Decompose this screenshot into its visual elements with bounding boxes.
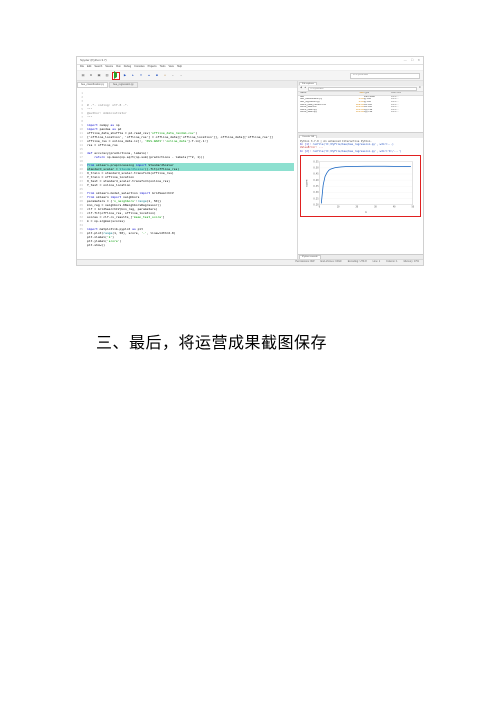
console-body[interactable]: Python 3.7.0 | An enhanced Interactive P… xyxy=(298,138,423,254)
svg-text:0.25: 0.25 xyxy=(313,197,319,200)
open-file-icon[interactable]: ⧉ xyxy=(88,73,94,79)
svg-text:40: 40 xyxy=(393,205,396,208)
save-all-icon[interactable]: ▥ xyxy=(104,73,110,79)
min-icon[interactable]: — xyxy=(404,59,407,62)
up-icon[interactable]: ▲ xyxy=(304,87,306,90)
step-out-icon[interactable]: ▴ xyxy=(146,73,152,79)
menu-consoles[interactable]: Consoles xyxy=(134,66,144,69)
titlebar: Spyder (Python 3.7) — ☐ ✕ xyxy=(77,57,423,65)
console-line: In [2]: runfile('D:/PyFile/bee/bee_regre… xyxy=(300,150,421,153)
debug-icon[interactable]: ▶ xyxy=(122,73,128,79)
step-icon[interactable]: ▸ xyxy=(130,73,136,79)
plot-chart: 0.200.250.300.350.400.450.500.5501020304… xyxy=(303,158,418,214)
file-explorer-path[interactable]: D:\PyFile\bee xyxy=(308,87,416,91)
console-pane: Console 1/A Python 3.7.0 | An enhanced I… xyxy=(298,133,423,259)
app-title: Spyder (Python 3.7) xyxy=(80,59,107,62)
svg-text:0.55: 0.55 xyxy=(313,160,319,163)
svg-text:0.40: 0.40 xyxy=(313,179,319,182)
svg-text:30: 30 xyxy=(374,205,377,208)
code-line: plt.show() xyxy=(87,243,294,247)
new-file-icon[interactable]: ▤ xyxy=(80,73,86,79)
svg-text:score: score xyxy=(305,179,308,187)
menu-debug[interactable]: Debug xyxy=(124,66,131,69)
svg-text:0: 0 xyxy=(319,205,321,208)
col-name[interactable]: Name xyxy=(300,92,347,95)
working-dir-field[interactable]: D:\PyFile\bee xyxy=(350,73,420,79)
file-explorer-tab[interactable]: File explorer xyxy=(299,82,317,85)
editor-tabs: bee_classification.py bee_regression.py xyxy=(77,81,297,88)
code-editor[interactable]: 1234567891011121314151617181920212223242… xyxy=(77,88,297,259)
section-heading: 三、最后，将运营成果截图保存 xyxy=(96,329,327,353)
menu-search[interactable]: Search xyxy=(94,66,102,69)
file-row[interactable]: online_data.npy121 KBnpy File2021/… xyxy=(298,111,423,114)
toolbar: ▤ ⧉ ▣ ▥ ▶ ▸ ▾ ▴ ■ ⌂ ← → D:\PyFile\bee xyxy=(77,71,423,81)
ide-window: Spyder (Python 3.7) — ☐ ✕ FileEditSearch… xyxy=(76,56,424,266)
svg-text:0.45: 0.45 xyxy=(313,173,319,176)
status-enc: Encoding: UTF-8 xyxy=(348,261,367,264)
col-size[interactable]: Size xyxy=(347,92,364,95)
stop-icon[interactable]: ■ xyxy=(154,73,160,79)
svg-text:k: k xyxy=(365,211,367,214)
menu-view[interactable]: View xyxy=(168,66,173,69)
editor-pane: bee_classification.py bee_regression.py … xyxy=(77,81,298,259)
step-into-icon[interactable]: ▾ xyxy=(138,73,144,79)
svg-text:0.35: 0.35 xyxy=(313,185,319,188)
status-line: Line: 1 xyxy=(373,261,381,264)
svg-text:20: 20 xyxy=(355,205,358,208)
forward-icon[interactable]: → xyxy=(178,73,184,79)
ipython-console-tab[interactable]: IPython console xyxy=(299,255,321,258)
menu-file[interactable]: File xyxy=(80,66,84,69)
status-eol: End-of-lines: CRLF xyxy=(320,261,341,264)
max-icon[interactable]: ☐ xyxy=(411,59,414,62)
pythonpath-icon[interactable]: ⌂ xyxy=(162,73,168,79)
menu-projects[interactable]: Projects xyxy=(148,66,157,69)
back-icon[interactable]: ◀ xyxy=(300,87,302,90)
settings-icon[interactable]: ⚙ xyxy=(419,87,421,90)
menu-help[interactable]: Help xyxy=(177,66,182,69)
status-mem: Memory: 47% xyxy=(404,261,419,264)
file-table: Name Size Type Date Mod beeFile Folder20… xyxy=(298,92,423,132)
run-icon[interactable] xyxy=(114,74,117,77)
close-icon[interactable]: ✕ xyxy=(417,59,420,62)
status-perm: Permissions: RW xyxy=(295,261,314,264)
save-icon[interactable]: ▣ xyxy=(96,73,102,79)
svg-text:10: 10 xyxy=(337,205,340,208)
right-panel: File explorer ◀ ▲ D:\PyFile\bee ⚙ Name S… xyxy=(298,81,423,259)
menu-tools[interactable]: Tools xyxy=(160,66,166,69)
ide-body: bee_classification.py bee_regression.py … xyxy=(77,81,423,259)
menu-run[interactable]: Run xyxy=(116,66,121,69)
window-controls: — ☐ ✕ xyxy=(404,59,420,62)
col-date[interactable]: Date Mod xyxy=(391,92,421,95)
svg-text:50: 50 xyxy=(411,205,414,208)
status-col: Column: 1 xyxy=(386,261,397,264)
run-button-group xyxy=(112,72,120,80)
col-type[interactable]: Type xyxy=(364,92,391,95)
file-explorer-pane: File explorer ◀ ▲ D:\PyFile\bee ⚙ Name S… xyxy=(298,81,423,133)
menu-source[interactable]: Source xyxy=(105,66,113,69)
plot-output: 0.200.250.300.350.400.450.500.5501020304… xyxy=(300,155,421,217)
back-icon[interactable]: ← xyxy=(170,73,176,79)
svg-text:0.30: 0.30 xyxy=(313,191,319,194)
status-bar: Permissions: RW End-of-lines: CRLF Encod… xyxy=(77,259,423,265)
console-bottom-tabs: IPython console xyxy=(298,254,423,259)
menu-edit[interactable]: Edit xyxy=(87,66,91,69)
svg-text:0.50: 0.50 xyxy=(313,166,319,169)
